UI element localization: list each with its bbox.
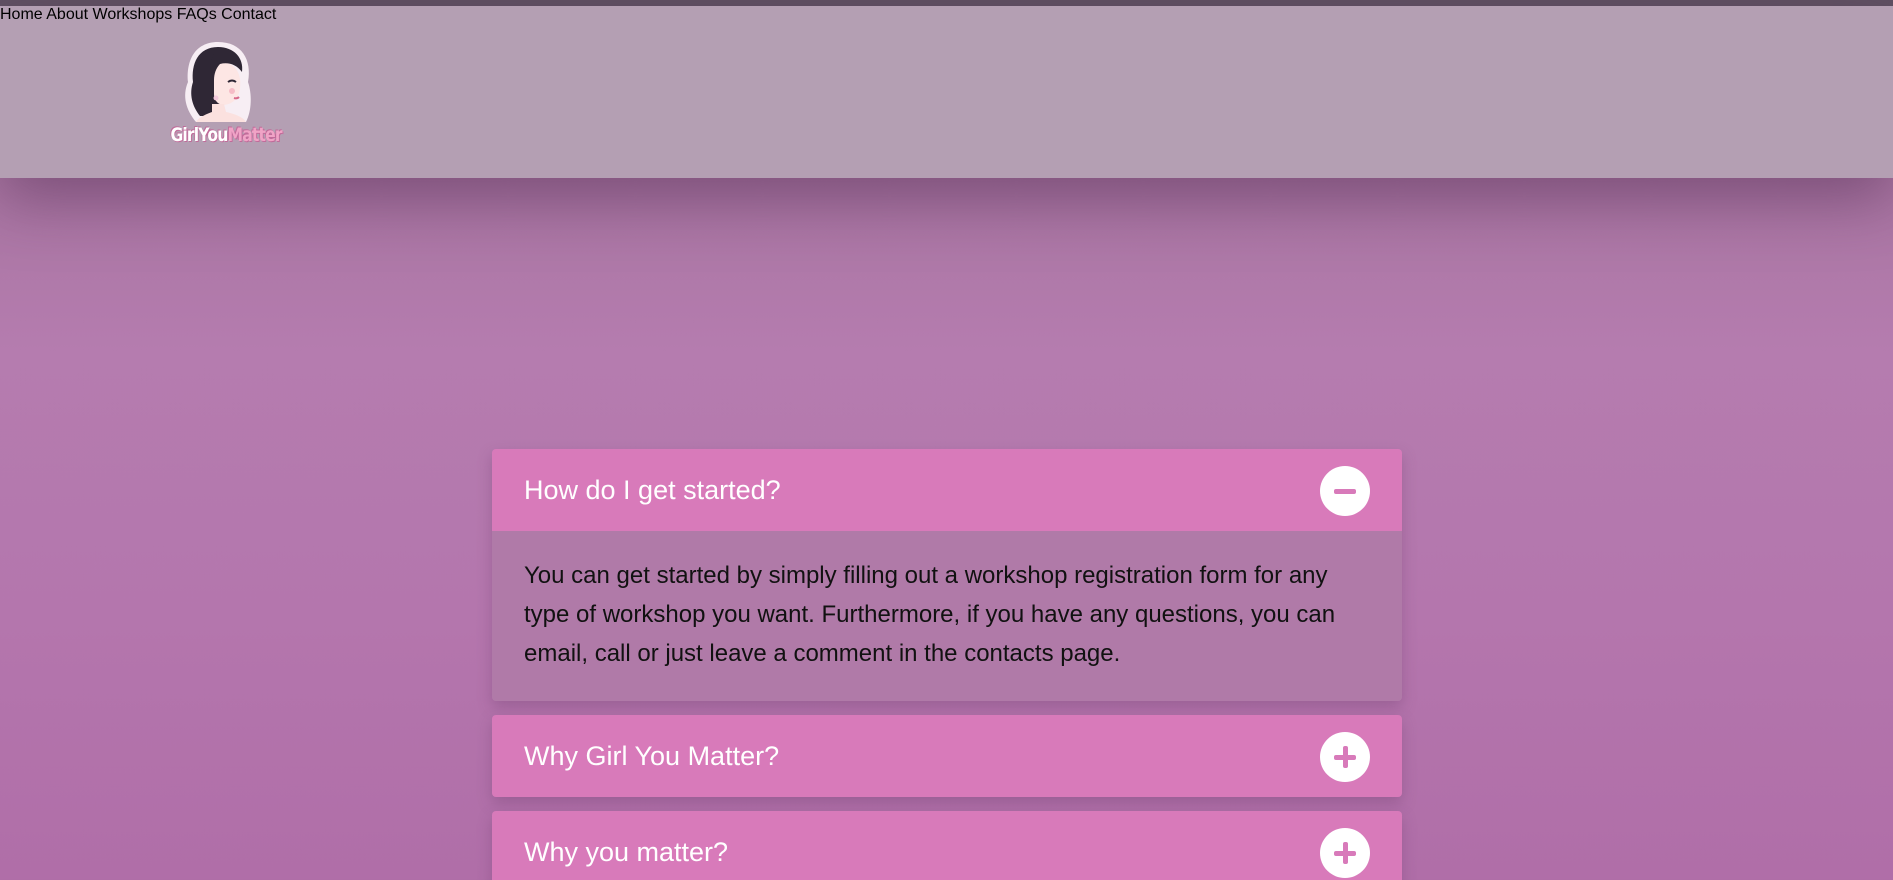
faq-question-header[interactable]: Why Girl You Matter? (492, 715, 1402, 797)
nav-about-link[interactable]: About (46, 6, 88, 23)
faq-accordion: How do I get started? You can get starte… (492, 449, 1402, 880)
plus-icon[interactable] (1320, 732, 1370, 782)
site-header: GirlYouMatter Home About Workshops FAQs … (0, 6, 1893, 178)
logo-wordmark: GirlYouMatter (170, 124, 282, 146)
minus-icon[interactable] (1320, 466, 1370, 516)
nav-workshops-link[interactable]: Workshops (93, 6, 173, 23)
faq-question-text: Why you matter? (524, 836, 729, 867)
faq-item: Why you matter? (492, 811, 1402, 880)
faq-item: Why Girl You Matter? (492, 715, 1402, 797)
nav-contact-link[interactable]: Contact (221, 6, 276, 23)
faq-question-text: Why Girl You Matter? (524, 740, 780, 771)
faq-question-header[interactable]: Why you matter? (492, 811, 1402, 880)
nav-home-link[interactable]: Home (0, 6, 43, 23)
main-nav: Home About Workshops FAQs Contact (0, 6, 1893, 24)
site-logo[interactable]: GirlYouMatter (160, 38, 283, 156)
girl-portrait-icon (185, 42, 251, 122)
faq-question-text: How do I get started? (524, 474, 781, 505)
plus-icon[interactable] (1320, 828, 1370, 878)
faq-item: How do I get started? You can get starte… (492, 449, 1402, 701)
faq-answer-text: You can get started by simply filling ou… (492, 531, 1402, 701)
faq-question-header[interactable]: How do I get started? (492, 449, 1402, 531)
nav-faqs-link[interactable]: FAQs (177, 6, 217, 23)
